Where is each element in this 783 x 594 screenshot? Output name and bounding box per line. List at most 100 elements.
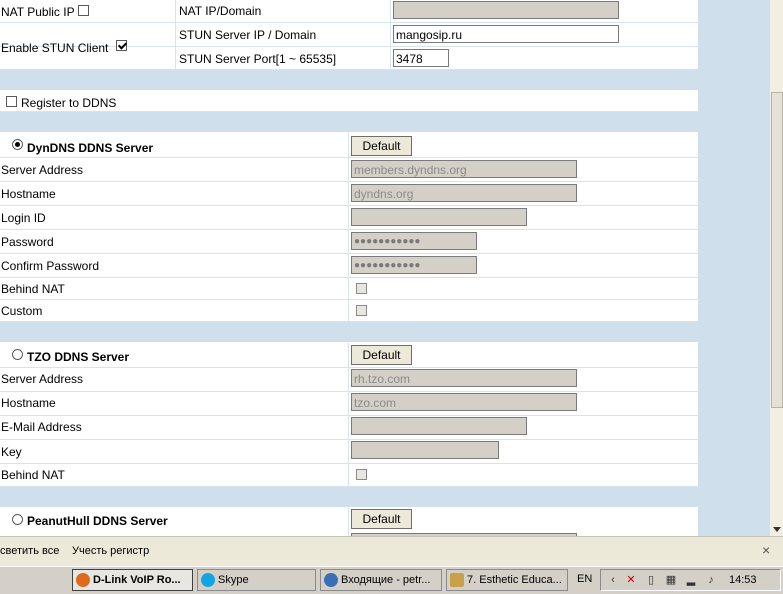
dyndns-server-address-input[interactable]: members.dyndns.org [351,160,577,178]
find-bar: светить все Учесть регистр × [0,536,783,566]
tzo-email-input[interactable] [351,417,527,435]
usb-icon[interactable]: ▯ [645,574,657,586]
language-indicator[interactable]: EN [577,573,592,585]
task-dlink[interactable]: D-Link VoIP Ro... [72,569,193,591]
dyndns-server-address-label: Server Address [1,163,84,177]
tzo-hostname-row: Hostname tzo.com [0,392,698,416]
peanut-col-divider [348,508,349,536]
register-ddns-label: Register to DDNS [21,96,117,110]
tzo-key-label: Key [1,445,22,459]
dyndns-password-input[interactable]: ●●●●●●●●●●● [351,232,477,250]
peanut-radio[interactable] [12,514,23,525]
peanut-header-row: PeanutHull DDNS Server Default [0,508,698,536]
tzo-header-row: TZO DDNS Server Default [0,343,698,368]
task-label: D-Link VoIP Ro... [93,574,181,586]
tzo-title: TZO DDNS Server [27,350,130,364]
scrollbar-thumb[interactable] [771,92,783,408]
dyndns-default-button[interactable]: Default [351,136,412,156]
match-case-checkbox[interactable]: Учесть регистр [72,545,149,557]
task-label: 7. Esthetic Educa... [467,574,562,586]
stun-server-input[interactable]: mangosip.ru [393,25,619,43]
dyndns-server-row: Server Address members.dyndns.org [0,158,698,182]
browser-content: NAT Public IP NAT IP/Domain Enable STUN … [0,0,769,536]
dyndns-login-input[interactable] [351,208,527,226]
task-thunderbird[interactable]: Входящие - petr... [320,569,442,591]
signal-icon[interactable]: ▂ [685,574,697,586]
stun-server-label: STUN Server IP / Domain [179,28,317,42]
clock: 14:53 [729,574,757,586]
tzo-hostname-input[interactable]: tzo.com [351,393,577,411]
dyndns-custom-label: Custom [1,304,43,318]
tzo-server-row: Server Address rh.tzo.com [0,368,698,392]
dyndns-hostname-input[interactable]: dyndns.org [351,184,577,202]
nat-ip-domain-label: NAT IP/Domain [179,4,262,18]
tzo-behind-nat-checkbox[interactable] [356,469,367,480]
nat-public-ip-label: NAT Public IP [1,5,75,19]
dyndns-hostname-row: Hostname dyndns.org [0,182,698,206]
peanut-title: PeanutHull DDNS Server [27,514,168,528]
section-gap [0,322,698,342]
dyndns-custom-row: Custom [0,300,698,322]
skype-icon [201,573,215,587]
vertical-scrollbar[interactable] [769,0,783,536]
document-icon [450,573,464,587]
highlight-all-button[interactable]: светить все [0,545,59,557]
network-icon[interactable]: ▦ [665,574,677,586]
tzo-key-input[interactable] [351,441,499,459]
tzo-hostname-label: Hostname [1,396,56,410]
security-icon[interactable]: ✕ [625,574,637,586]
dyndns-confirm-label: Confirm Password [1,259,100,273]
close-icon[interactable]: × [762,542,770,558]
thunderbird-icon [324,573,338,587]
tzo-col-divider [348,343,349,487]
system-tray: EN ‹ ✕ ▯ ▦ ▂ ♪ 14:53 [577,569,781,591]
tzo-server-address-label: Server Address [1,372,84,386]
taskbar: D-Link VoIP Ro... Skype Входящие - petr.… [0,566,783,594]
stun-port-input[interactable]: 3478 [393,49,449,67]
stun-port-label: STUN Server Port[1 ~ 65535] [179,52,337,66]
nat-public-ip-checkbox[interactable] [78,5,89,16]
nat-col-divider [175,0,176,70]
tzo-email-label: E-Mail Address [1,420,82,434]
task-label: Skype [218,574,249,586]
volume-icon[interactable]: ♪ [705,574,717,586]
section-gap [0,112,698,132]
tzo-email-row: E-Mail Address [0,416,698,440]
dyndns-header-row: DynDNS DDNS Server Default [0,133,698,158]
tzo-default-button[interactable]: Default [351,345,412,365]
dyndns-radio[interactable] [12,139,23,150]
dyndns-confirm-row: Confirm Password ●●●●●●●●●●● [0,254,698,278]
dyndns-custom-checkbox[interactable] [356,305,367,316]
tzo-behind-nat-row: Behind NAT [0,464,698,487]
nat-col-divider-2 [390,0,391,70]
dyndns-behind-nat-row: Behind NAT [0,278,698,300]
task-skype[interactable]: Skype [197,569,316,591]
firefox-icon [76,573,90,587]
dyndns-col-divider [348,133,349,322]
nat-row-3: STUN Server Port[1 ~ 65535] 3478 [0,47,698,70]
dyndns-password-row: Password ●●●●●●●●●●● [0,230,698,254]
tzo-server-address-input[interactable]: rh.tzo.com [351,369,577,387]
task-document[interactable]: 7. Esthetic Educa... [446,569,568,591]
register-ddns-row: Register to DDNS [0,91,698,112]
config-panel: NAT Public IP NAT IP/Domain Enable STUN … [0,0,698,536]
tzo-key-row: Key [0,440,698,464]
dyndns-password-label: Password [1,235,54,249]
page-margin [698,0,769,536]
dyndns-behind-nat-label: Behind NAT [1,282,65,296]
peanut-default-button[interactable]: Default [351,509,412,529]
nat-row-1: NAT Public IP NAT IP/Domain [0,0,698,23]
nat-row-2: Enable STUN Client STUN Server IP / Doma… [0,23,698,55]
section-gap [0,70,698,90]
section-gap [0,487,698,507]
nat-ip-domain-input[interactable] [393,1,619,19]
task-label: Входящие - petr... [341,574,431,586]
dyndns-login-row: Login ID [0,206,698,230]
dyndns-confirm-input[interactable]: ●●●●●●●●●●● [351,256,477,274]
dyndns-hostname-label: Hostname [1,187,56,201]
dyndns-behind-nat-checkbox[interactable] [356,283,367,294]
scroll-down-arrow-icon[interactable] [773,527,781,532]
tzo-radio[interactable] [12,349,23,360]
register-ddns-checkbox[interactable] [6,96,17,107]
chevron-left-icon[interactable]: ‹ [607,574,619,586]
